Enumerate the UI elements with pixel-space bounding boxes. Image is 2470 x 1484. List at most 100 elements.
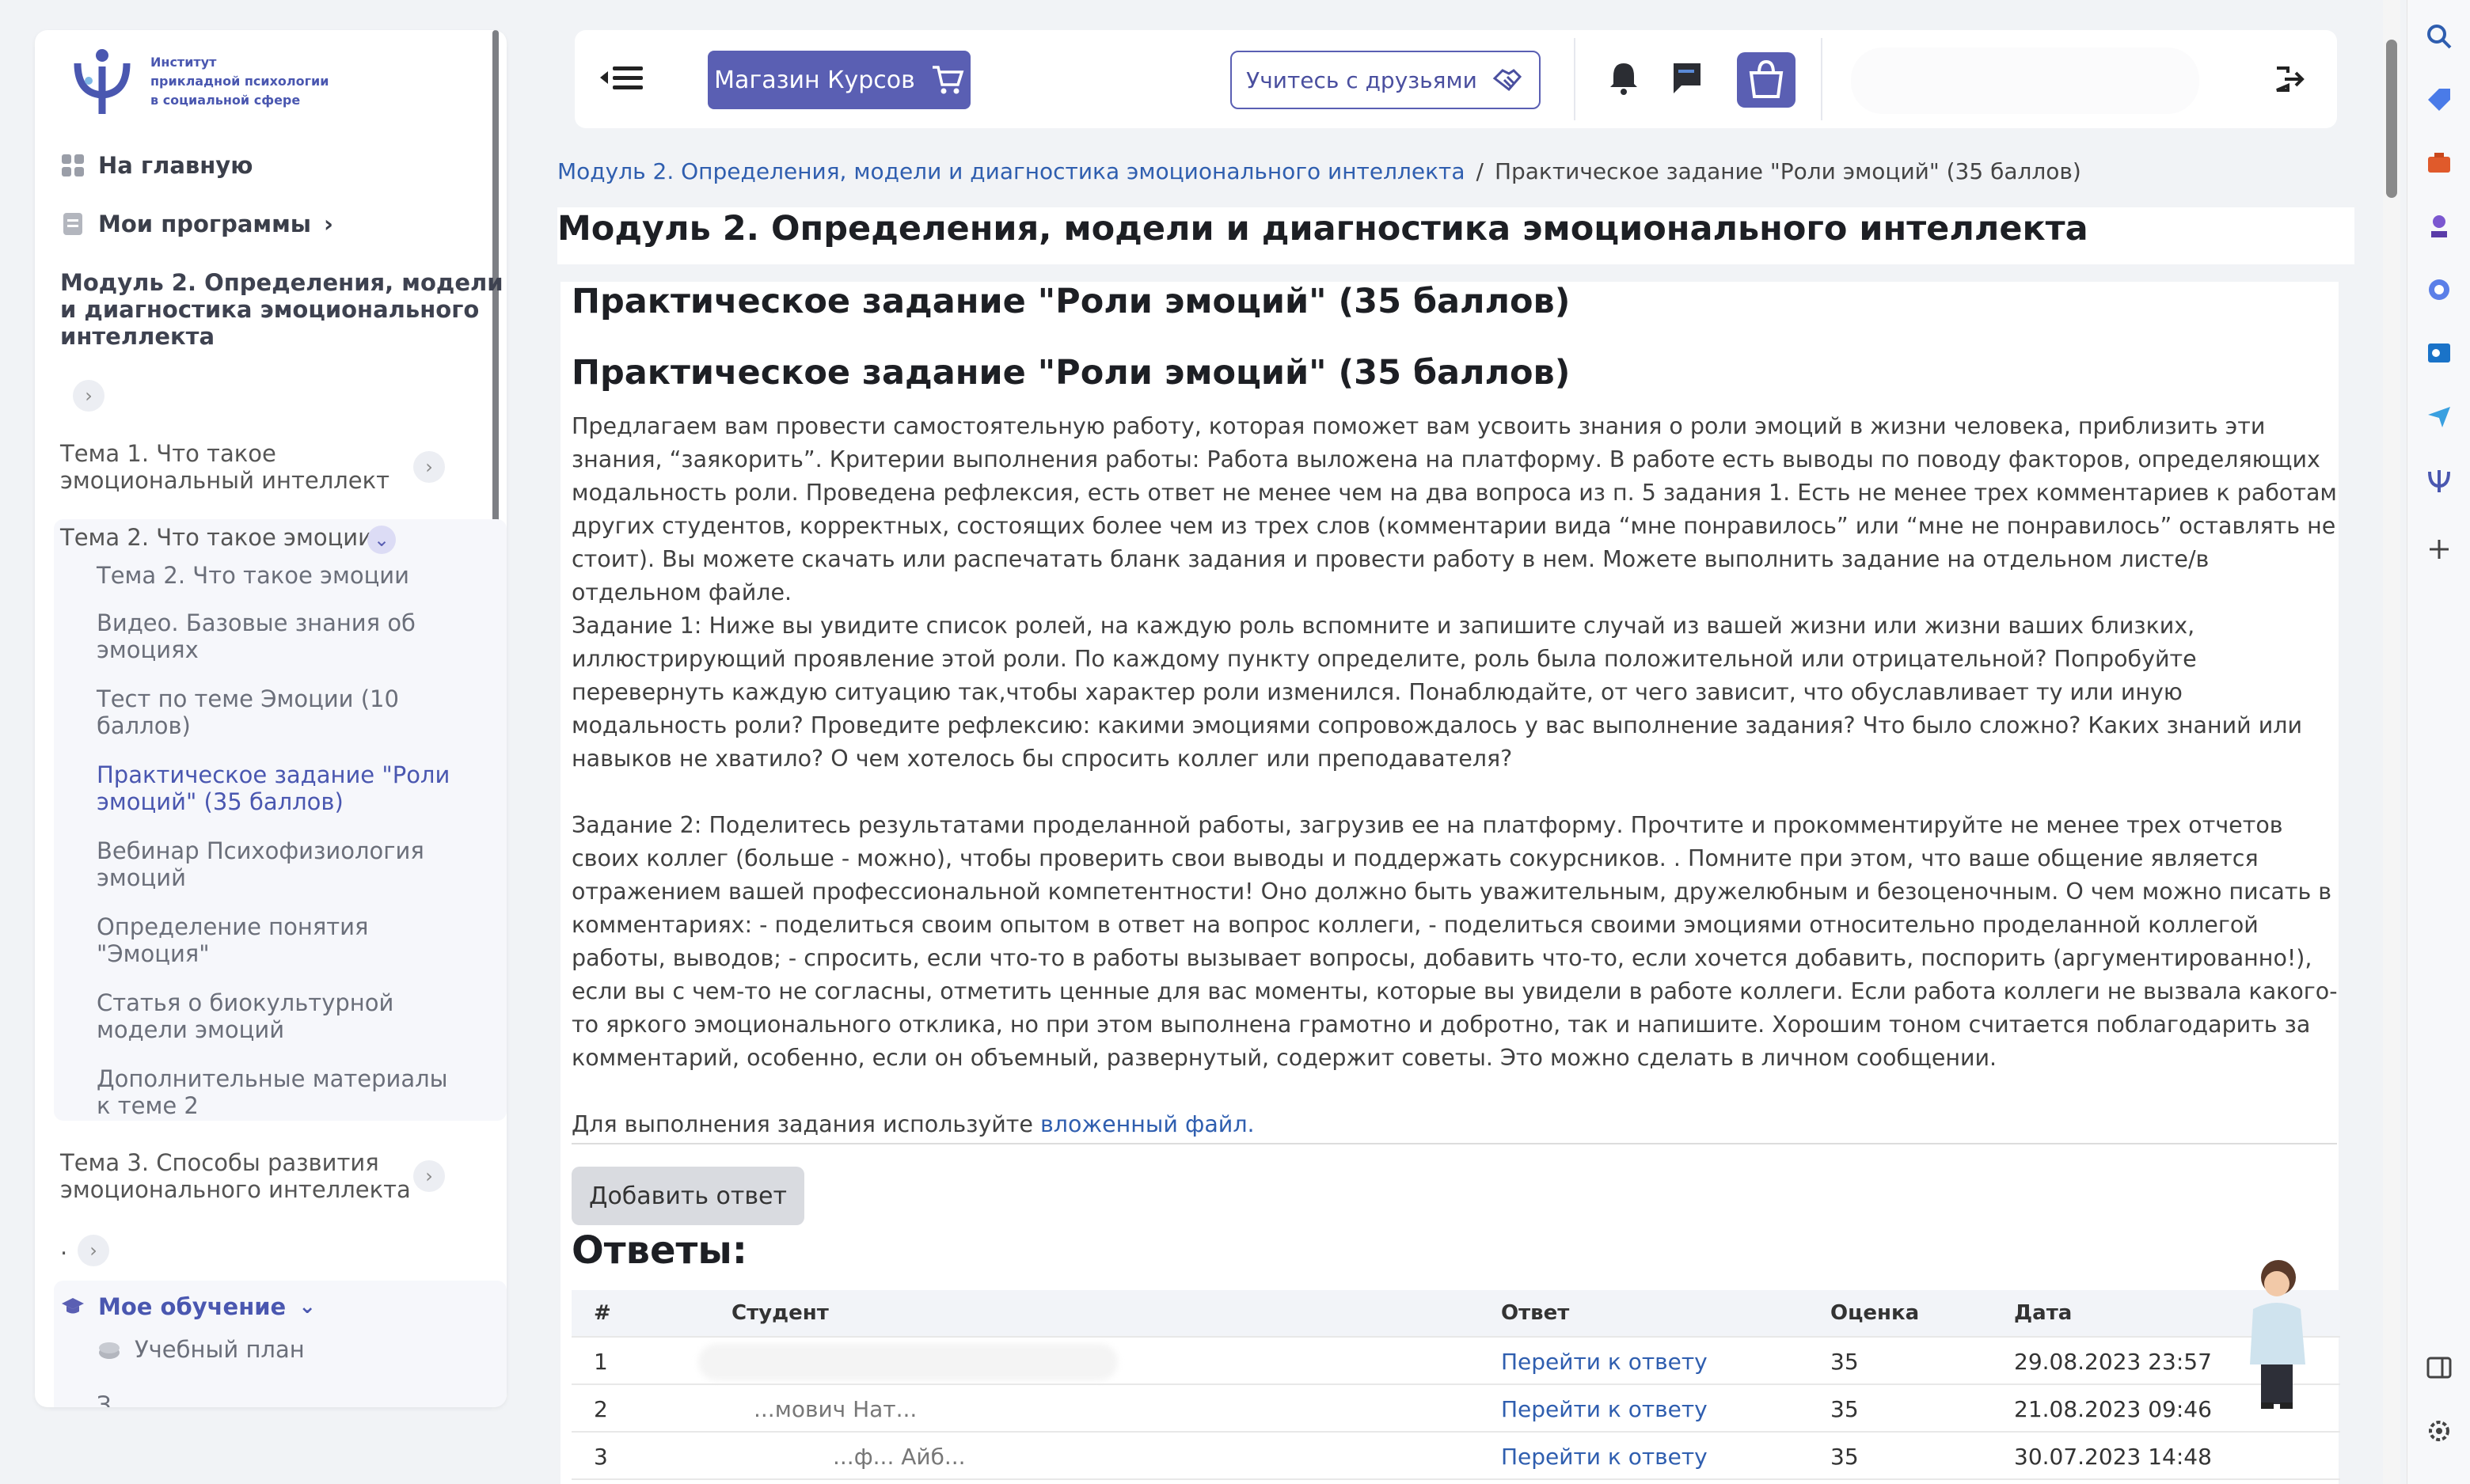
grade: 35	[1830, 1349, 1859, 1375]
tema-2-item-active[interactable]: Практическое задание "Роли эмоций" (35 б…	[97, 761, 461, 815]
user-profile[interactable]	[1851, 47, 2199, 114]
outlook-icon[interactable]	[2425, 339, 2453, 367]
tema-2-collapse-button[interactable]: ⌄	[367, 526, 396, 554]
chevron-right-icon: ›	[425, 1165, 433, 1187]
task-intro: Предлагаем вам провести самостоятельную …	[572, 413, 2337, 605]
attached-file-note: Для выполнения задания используйте вложе…	[572, 1108, 2342, 1141]
task-title: Практическое задание "Роли эмоций" (35 б…	[572, 353, 1571, 393]
tema-1-expand-button[interactable]: ›	[413, 451, 445, 483]
student-name: ...мович Нат...	[754, 1396, 918, 1422]
date: 29.08.2023 23:57	[2014, 1349, 2212, 1375]
assignment-card: Практическое задание "Роли эмоций" (35 б…	[560, 282, 2342, 1484]
send-icon[interactable]	[2425, 402, 2453, 431]
tema-2-item[interactable]: Дополнительные материалы к теме 2	[97, 1065, 461, 1119]
breadcrumb: Модуль 2. Определения, модели и диагност…	[557, 158, 2081, 184]
briefcase-icon[interactable]	[2425, 149, 2453, 177]
column-header-student: Студент	[732, 1301, 829, 1325]
page-title: Модуль 2. Определения, модели и диагност…	[557, 207, 2354, 264]
answers-table: # Студент Ответ Оценка Дата 1 Перейти к …	[572, 1290, 2340, 1480]
add-icon[interactable]	[2425, 535, 2453, 564]
sidebar-tema-1[interactable]: Тема 1. Что такое эмоциональный интеллек…	[60, 440, 432, 494]
tema-2-item[interactable]: Тема 2. Что такое эмоции	[97, 562, 461, 589]
logo-psi-icon	[74, 49, 131, 114]
page-scrollbar[interactable]	[2383, 0, 2400, 1484]
learn-with-friends-button[interactable]: Учитесь с друзьями	[1230, 51, 1541, 109]
settings-gear-icon[interactable]	[2425, 1417, 2453, 1445]
tema-2-item[interactable]: Видео. Базовые знания об эмоциях	[97, 609, 461, 663]
row-number: 2	[594, 1396, 608, 1422]
grade: 35	[1830, 1396, 1859, 1422]
course-shop-button[interactable]: Магазин Курсов	[708, 51, 971, 109]
my-learning-label: Мое обучение	[98, 1293, 287, 1320]
app-page: Институт прикладной психологии в социаль…	[0, 0, 2470, 1484]
sidebar-toggle-icon[interactable]	[2425, 1353, 2453, 1382]
chevron-down-icon: ⌄	[373, 529, 390, 551]
row-number: 3	[594, 1444, 608, 1470]
top-bar-divider	[1821, 38, 1822, 120]
column-header-grade: Оценка	[1830, 1301, 1920, 1325]
divider	[572, 1143, 2337, 1144]
search-icon[interactable]	[2425, 22, 2453, 51]
menu-toggle-button[interactable]	[597, 62, 644, 101]
attached-file-prefix: Для выполнения задания используйте	[572, 1111, 1033, 1137]
chess-icon[interactable]	[2425, 212, 2453, 241]
module-expand-button[interactable]: ›	[73, 380, 104, 412]
add-answer-button[interactable]: Добавить ответ	[572, 1167, 804, 1225]
sidebar-item-home-label: На главную	[98, 152, 253, 179]
handshake-icon	[1492, 69, 1522, 92]
sidebar-tema-3[interactable]: Тема 3. Способы развития эмоционального …	[60, 1149, 432, 1203]
grade: 35	[1830, 1444, 1859, 1470]
breadcrumb-separator: /	[1476, 158, 1484, 184]
student-name: ...ф... Айб...	[833, 1444, 966, 1470]
answer-link-cell: Перейти к ответу	[1501, 1444, 1708, 1470]
institute-app-icon[interactable]	[2425, 465, 2453, 494]
answer-link-cell: Перейти к ответу	[1501, 1349, 1708, 1375]
table-header-row: # Студент Ответ Оценка Дата	[572, 1290, 2340, 1338]
column-header-date: Дата	[2014, 1301, 2073, 1325]
go-to-answer-link[interactable]: Перейти к ответу	[1501, 1444, 1708, 1470]
sidebar-study-plan[interactable]: Учебный план	[97, 1336, 305, 1363]
chevron-right-icon: ›	[85, 385, 93, 407]
answers-heading: Ответы:	[572, 1228, 747, 1273]
sidebar-my-learning[interactable]: Мое обучение ⌄	[60, 1293, 316, 1320]
browser-side-rail	[2407, 0, 2470, 1484]
books-icon	[99, 1342, 120, 1359]
dashboard-icon	[62, 154, 84, 176]
sidebar-next-item-label: З...	[97, 1391, 134, 1407]
attached-file-link[interactable]: вложенный файл.	[1040, 1111, 1255, 1137]
chevron-right-icon: ›	[89, 1239, 97, 1262]
chevron-right-icon: ›	[425, 456, 433, 478]
sidebar-next-item[interactable]: З...	[97, 1391, 133, 1407]
bell-icon[interactable]	[1604, 59, 1644, 98]
logo[interactable]: Институт прикладной психологии в социаль…	[66, 46, 329, 117]
tema-2-item[interactable]: Определение понятия "Эмоция"	[97, 913, 461, 967]
page-scrollbar-thumb[interactable]	[2386, 40, 2397, 198]
chat-icon[interactable]	[1667, 59, 1707, 98]
logo-text: Институт прикладной психологии в социаль…	[150, 53, 329, 110]
sidebar-item-home[interactable]: На главную	[60, 152, 253, 179]
table-row: 3 ...ф... Айб... Перейти к ответу 35 30.…	[572, 1433, 2340, 1480]
top-bar-divider	[1574, 38, 1575, 120]
tema-3-expand-button[interactable]: ›	[413, 1160, 445, 1192]
basket-button[interactable]	[1737, 52, 1796, 108]
breadcrumb-module-link[interactable]: Модуль 2. Определения, модели и диагност…	[557, 158, 1465, 184]
tema-2-item[interactable]: Вебинар Психофизиология эмоций	[97, 837, 461, 891]
cart-icon	[932, 66, 964, 94]
tema-2-item[interactable]: Тест по теме Эмоции (10 баллов)	[97, 685, 461, 739]
copilot-icon[interactable]	[2425, 275, 2453, 304]
logout-icon[interactable]	[2272, 62, 2307, 97]
sidebar-item-programs[interactable]: Мои программы ›	[60, 211, 333, 237]
sidebar-module-title[interactable]: Модуль 2. Определения, модели и диагност…	[60, 269, 504, 350]
logo-line-2: прикладной психологии	[150, 74, 329, 89]
activity-title: Практическое задание "Роли эмоций" (35 б…	[572, 282, 1571, 321]
tema-2-item[interactable]: Статья о биокультурной модели эмоций	[97, 989, 461, 1043]
chevron-down-icon: ⌄	[298, 1295, 317, 1319]
tag-icon[interactable]	[2425, 85, 2453, 114]
go-to-answer-link[interactable]: Перейти к ответу	[1501, 1396, 1708, 1422]
assistant-avatar[interactable]	[2232, 1254, 2320, 1412]
learn-with-friends-label: Учитесь с друзьями	[1246, 66, 1477, 93]
hamburger-icon	[600, 66, 643, 89]
basket-icon	[1749, 59, 1784, 98]
dot-expand-button[interactable]: ›	[78, 1235, 109, 1266]
go-to-answer-link[interactable]: Перейти к ответу	[1501, 1349, 1708, 1375]
